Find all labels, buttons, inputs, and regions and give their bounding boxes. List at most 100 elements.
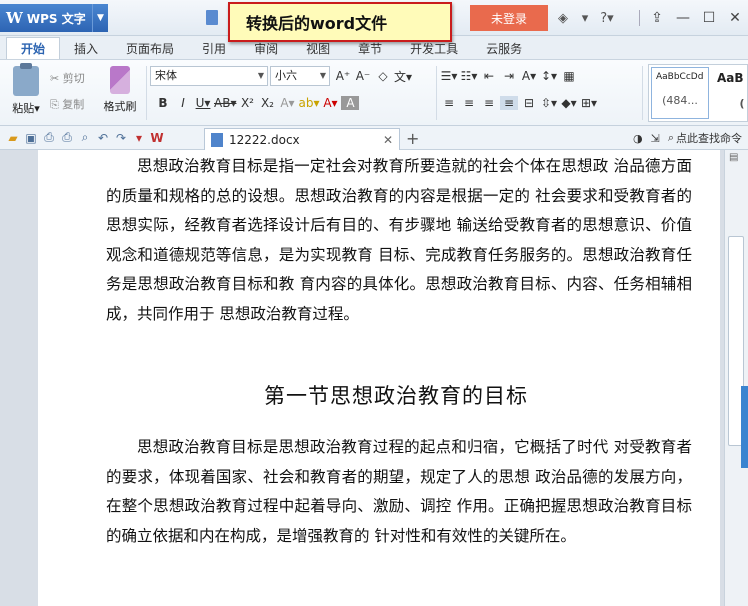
style-name: (484...	[662, 94, 698, 107]
paragraph-2[interactable]: 思想政治教育目标是思想政治教育过程的起点和归宿，它概括了时代 对受教育者的要求，…	[106, 433, 692, 551]
format-painter-button[interactable]: 格式刷	[100, 64, 140, 114]
search-icon[interactable]: ⌕	[668, 131, 674, 145]
shading-icon[interactable]: ◆▾	[560, 96, 578, 110]
copy-label: 复制	[62, 98, 85, 111]
wps-logo-icon: W	[6, 9, 23, 27]
maximize-button[interactable]: ☐	[696, 10, 722, 26]
font-color-icon[interactable]: A▾	[321, 96, 339, 110]
undo-icon[interactable]: ↶	[94, 131, 112, 145]
pin-icon[interactable]: ▾	[130, 131, 148, 145]
bullet-list-icon[interactable]: ☰▾	[440, 69, 458, 83]
chevron-down-icon: ▼	[319, 71, 326, 80]
strikethrough-icon[interactable]: AB▾	[214, 96, 236, 110]
superscript-icon[interactable]: X²	[238, 96, 256, 110]
style-heading[interactable]: AaB (	[713, 67, 748, 119]
tab-cloud-services[interactable]: 云服务	[472, 37, 536, 59]
shrink-font-icon[interactable]: A⁻	[354, 69, 372, 83]
scroll-top-icon[interactable]: ▤	[729, 152, 738, 163]
print-preview-icon[interactable]: ⌕	[76, 130, 94, 145]
paste-button[interactable]: 粘贴▾	[6, 63, 46, 122]
shirt-icon[interactable]: ▾	[574, 11, 596, 26]
underline-icon[interactable]: U▾	[194, 96, 212, 110]
highlight-icon[interactable]: ab▾	[298, 96, 319, 110]
document-area[interactable]: 思想政治教育目标是指一定社会对教育所要造就的社会个体在思想政 治品德方面的质量和…	[0, 150, 724, 606]
bold-icon[interactable]: B	[154, 96, 172, 110]
login-button[interactable]: 未登录	[470, 5, 548, 31]
save-icon[interactable]: ▣	[22, 131, 40, 145]
cut-label: 剪切	[62, 72, 85, 85]
wps-app-menu-button[interactable]: W WPS 文字 ▼	[0, 4, 108, 32]
text-effect-icon[interactable]: A▾	[278, 96, 296, 110]
open-icon[interactable]: ▰	[4, 131, 22, 145]
side-panel-toggle[interactable]	[741, 386, 748, 468]
align-right-icon[interactable]: ≡	[480, 96, 498, 110]
document-icon	[206, 10, 218, 25]
app-name: WPS 文字	[26, 11, 86, 26]
find-command-input[interactable]: 点此查找命令	[676, 130, 742, 146]
italic-icon[interactable]: I	[174, 96, 192, 110]
font-size-value: 小六	[275, 69, 297, 82]
clear-format-icon[interactable]: ◇	[374, 69, 392, 83]
minimize-button[interactable]: —	[670, 10, 696, 26]
copy-button[interactable]: ⎘ 复制	[50, 92, 85, 118]
chevron-down-icon: ▼	[257, 71, 264, 80]
font-name-select[interactable]: 宋体 ▼	[150, 66, 268, 86]
font-name-value: 宋体	[155, 69, 177, 82]
chevron-down-icon[interactable]: ▼	[92, 4, 108, 32]
document-tab[interactable]: 12222.docx ✕	[204, 128, 400, 150]
vertical-scrollbar[interactable]: ▤	[724, 150, 748, 606]
sort-icon[interactable]: ↕▾	[540, 69, 558, 83]
divider	[436, 66, 437, 120]
format-painter-label: 格式刷	[103, 100, 137, 113]
skin-icon[interactable]: ◈	[552, 11, 574, 26]
paste-label: 粘贴	[12, 102, 35, 115]
title-bar: W WPS 文字 ▼ 转换后的word文件 未登录 ◈ ▾ ?▾ ⇪ — ☐ ✕	[0, 0, 748, 42]
distributed-icon[interactable]: ⊟	[520, 96, 538, 110]
clipboard-icon	[13, 63, 39, 96]
styles-gallery[interactable]: AaBbCcDd (484... AaB (	[648, 64, 748, 122]
font-size-select[interactable]: 小六 ▼	[270, 66, 330, 86]
send-icon[interactable]: ⇲	[651, 132, 660, 145]
print-icon[interactable]: ⎙	[58, 130, 76, 145]
char-shading-icon[interactable]: A	[341, 96, 360, 110]
align-center-icon[interactable]: ≡	[460, 96, 478, 110]
wps-docs-icon[interactable]: W	[148, 131, 166, 145]
tab-insert[interactable]: 插入	[60, 37, 112, 59]
table-icon[interactable]: ▦	[560, 69, 578, 83]
annotation-banner: 转换后的word文件	[228, 2, 452, 42]
numbered-list-icon[interactable]: ☷▾	[460, 69, 478, 83]
cut-button[interactable]: ✂ 剪切	[50, 66, 85, 92]
redo-icon[interactable]: ↷	[112, 131, 130, 145]
paragraph-1[interactable]: 思想政治教育目标是指一定社会对教育所要造就的社会个体在思想政 治品德方面的质量和…	[106, 152, 692, 329]
phonetic-icon[interactable]: 文▾	[394, 68, 412, 85]
decrease-indent-icon[interactable]: ⇤	[480, 69, 498, 83]
brush-icon	[110, 66, 130, 94]
help-icon[interactable]: ?▾	[596, 11, 618, 26]
close-tab-icon[interactable]: ✕	[383, 133, 393, 147]
style-sample: AaBbCcDd	[656, 72, 704, 82]
divider	[146, 66, 147, 120]
grow-font-icon[interactable]: A⁺	[334, 69, 352, 83]
line-spacing-icon[interactable]: ⇳▾	[540, 96, 558, 110]
align-left-icon[interactable]: ≡	[440, 96, 458, 110]
new-tab-icon[interactable]: +	[406, 129, 419, 148]
tab-page-layout[interactable]: 页面布局	[112, 37, 188, 59]
subscript-icon[interactable]: X₂	[258, 96, 276, 110]
text-direction-icon[interactable]: A▾	[520, 69, 538, 83]
ribbon-home: 粘贴▾ ✂ 剪切 ⎘ 复制 格式刷 宋体 ▼ 小六 ▼ A⁺ A⁻ ◇ 文▾ B…	[0, 60, 748, 126]
document-mode-icon[interactable]: ◑	[633, 132, 643, 145]
quick-access-bar: ▰ ▣ ⎙ ⎙ ⌕ ↶ ↷ ▾ W 12222.docx ✕ + ◑ ⇲ ⌕ 点…	[0, 126, 748, 150]
style-normal[interactable]: AaBbCcDd (484...	[651, 67, 709, 119]
close-button[interactable]: ✕	[722, 10, 748, 26]
increase-indent-icon[interactable]: ⇥	[500, 69, 518, 83]
restore-icon[interactable]: ⇪	[644, 10, 670, 26]
export-icon[interactable]: ⎙	[40, 130, 58, 145]
section-heading[interactable]: 第一节思想政治教育的目标	[106, 380, 686, 410]
tab-home[interactable]: 开始	[6, 37, 61, 59]
divider	[642, 66, 643, 120]
document-page[interactable]: 思想政治教育目标是指一定社会对教育所要造就的社会个体在思想政 治品德方面的质量和…	[38, 150, 720, 606]
docx-icon	[211, 132, 223, 147]
style-name: (	[739, 97, 745, 110]
border-icon[interactable]: ⊞▾	[580, 96, 598, 110]
justify-icon[interactable]: ≡	[500, 96, 518, 110]
